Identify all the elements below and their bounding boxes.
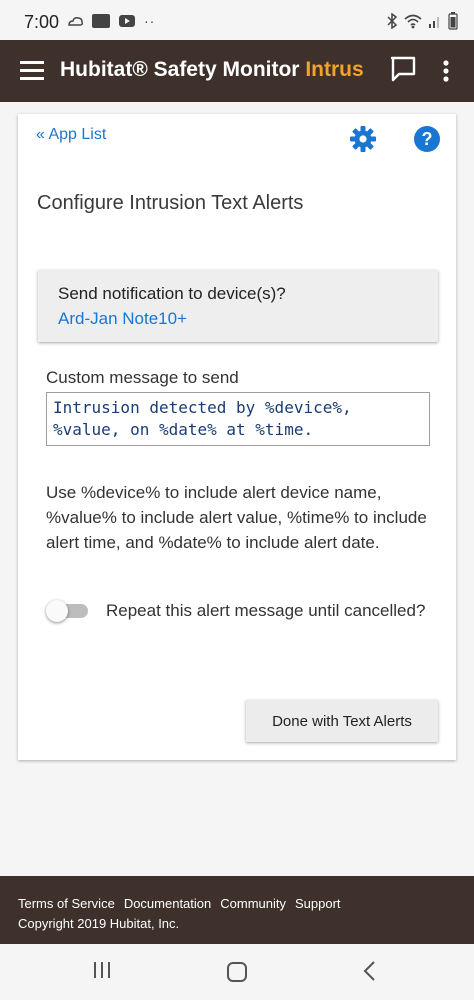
back-icon[interactable] (362, 960, 378, 982)
help-icon[interactable]: ? (412, 124, 442, 154)
bluetooth-icon (387, 13, 398, 29)
signal-icon (429, 17, 439, 28)
documentation-link[interactable]: Documentation (124, 896, 211, 911)
app-title-accent: Intrus (305, 58, 364, 81)
notify-devices-label: Send notification to device(s)? (58, 284, 286, 303)
app-list-link[interactable]: « App List (36, 126, 106, 144)
more-vert-icon[interactable] (436, 60, 456, 82)
gear-icon[interactable] (348, 124, 378, 154)
footer-links: Terms of Service Documentation Community… (18, 896, 341, 911)
copyright: Copyright 2019 Hubitat, Inc. (18, 916, 180, 931)
help-text: Use %device% to include alert device nam… (46, 483, 427, 552)
terms-of-service-link[interactable]: Terms of Service (18, 896, 115, 911)
custom-message-label: Custom message to send (46, 368, 239, 387)
app-title: Hubitat® Safety Monitor Intrus (60, 58, 392, 82)
custom-message-input[interactable]: Intrusion detected by %device%, %value, … (46, 392, 430, 446)
status-bar: 7:00 ·· (0, 0, 474, 42)
settings-card: « App List ? Configure Intrusion Text Al… (18, 114, 456, 760)
done-text-alerts-button[interactable]: Done with Text Alerts (246, 700, 438, 742)
page-title: Configure Intrusion Text Alerts (37, 192, 304, 214)
chat-icon[interactable] (388, 54, 418, 84)
repeat-alert-label: Repeat this alert message until cancelle… (106, 601, 426, 620)
notify-devices-value: Ard-Jan Note10+ (58, 309, 187, 328)
menu-icon[interactable] (20, 61, 44, 81)
footer: Terms of Service Documentation Community… (0, 876, 474, 944)
youtube-icon (119, 15, 135, 27)
community-link[interactable]: Community (220, 896, 286, 911)
recents-icon[interactable] (94, 962, 114, 980)
app-title-main: Hubitat® Safety Monitor (60, 58, 300, 81)
weather-icon (68, 17, 83, 26)
repeat-alert-toggle[interactable] (46, 600, 90, 622)
support-link[interactable]: Support (295, 896, 341, 911)
status-time: 7:00 (24, 12, 60, 32)
home-icon[interactable] (227, 962, 247, 982)
more-dots-icon: ·· (144, 13, 156, 29)
app-icon (92, 14, 110, 28)
app-bar: Hubitat® Safety Monitor Intrus (0, 40, 474, 102)
notify-devices-selector[interactable]: Send notification to device(s)? Ard-Jan … (38, 270, 438, 342)
battery-icon (448, 12, 458, 30)
navigation-bar (0, 944, 474, 1000)
wifi-icon (404, 14, 422, 29)
